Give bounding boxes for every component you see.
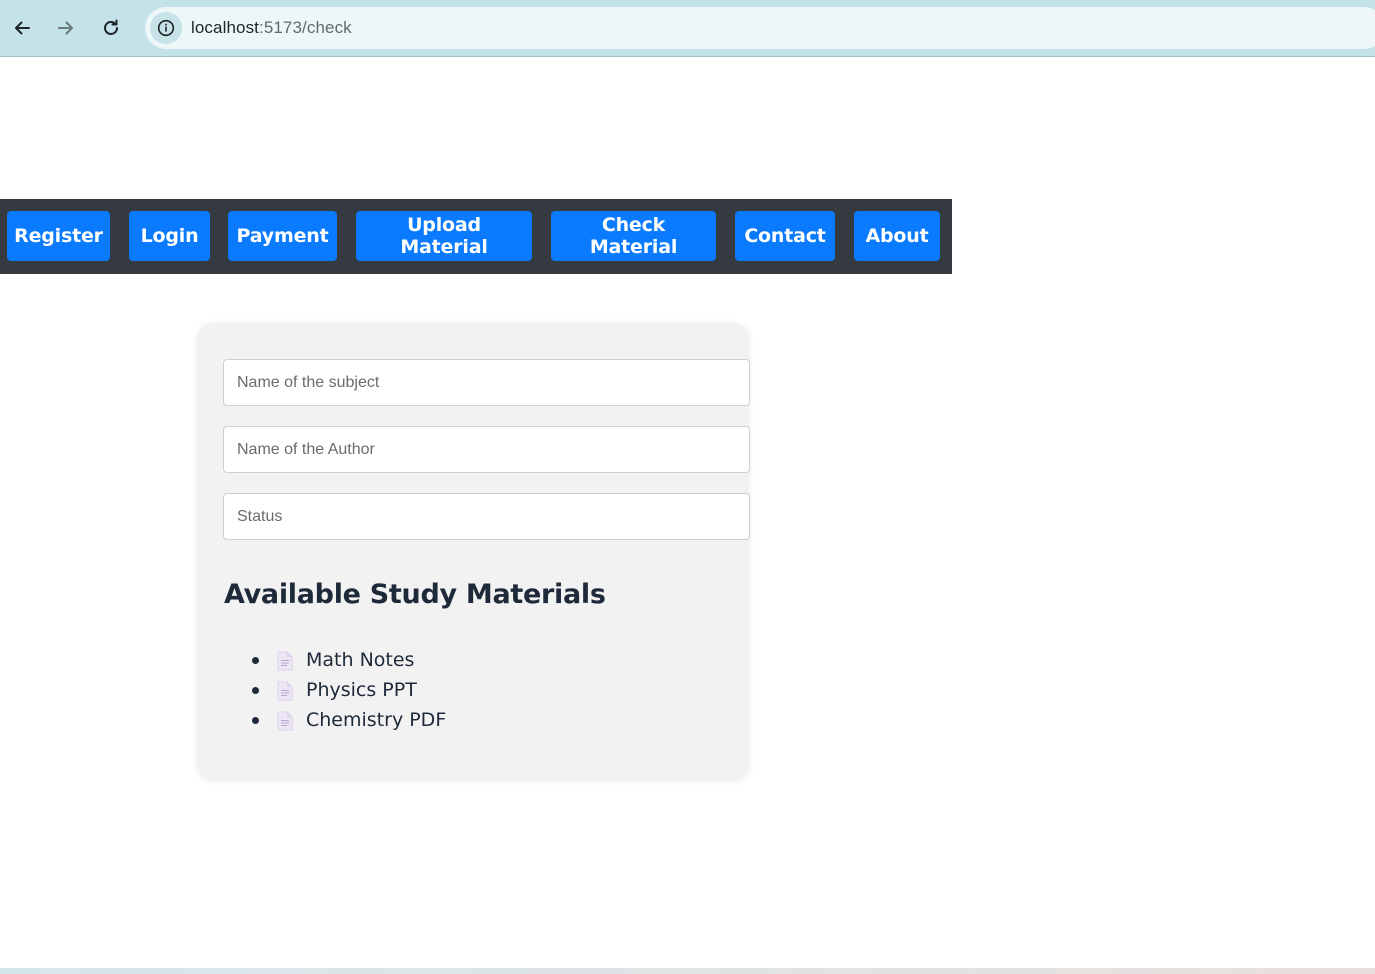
url-text: localhost:5173/check [191, 18, 352, 38]
nav-contact-button[interactable]: Contact [735, 211, 835, 261]
site-info-button[interactable] [150, 12, 182, 44]
nav-register-button[interactable]: Register [7, 211, 110, 261]
material-label: Chemistry PDF [306, 709, 447, 731]
nav-check-material-button[interactable]: Check Material [551, 211, 716, 261]
list-item[interactable]: Physics PPT [224, 675, 446, 705]
author-input[interactable] [223, 426, 750, 473]
nav-upload-material-button[interactable]: Upload Material [356, 211, 532, 261]
url-host: localhost [191, 18, 259, 37]
bullet-dot [252, 687, 259, 694]
reload-button[interactable] [95, 12, 127, 44]
document-icon [277, 651, 293, 671]
material-label: Physics PPT [306, 679, 417, 701]
arrow-right-icon [58, 21, 73, 35]
list-item[interactable]: Chemistry PDF [224, 705, 446, 735]
bullet-dot [252, 717, 259, 724]
info-icon [157, 19, 175, 37]
nav-payment-button[interactable]: Payment [228, 211, 337, 261]
subject-input[interactable] [223, 359, 750, 406]
bottom-edge-strip [0, 968, 1375, 974]
materials-heading: Available Study Materials [224, 579, 606, 610]
document-icon [277, 711, 293, 731]
document-icon [277, 681, 293, 701]
status-input[interactable] [223, 493, 750, 540]
arrow-left-icon [15, 21, 30, 35]
check-material-card: Available Study Materials Math Notes [198, 323, 750, 778]
nav-login-button[interactable]: Login [129, 211, 210, 261]
address-bar[interactable]: localhost:5173/check [145, 7, 1375, 49]
materials-list: Math Notes Physics PPT Chemistry PDF [224, 645, 446, 735]
nav-about-button[interactable]: About [854, 211, 940, 261]
browser-toolbar: localhost:5173/check [0, 0, 1375, 57]
forward-button[interactable] [50, 12, 82, 44]
url-path: :5173/check [259, 18, 352, 37]
main-navbar: Register Login Payment Upload Material C… [0, 199, 952, 274]
reload-icon [104, 19, 118, 35]
list-item[interactable]: Math Notes [224, 645, 446, 675]
bullet-dot [252, 657, 259, 664]
material-label: Math Notes [306, 649, 415, 671]
back-button[interactable] [6, 12, 38, 44]
